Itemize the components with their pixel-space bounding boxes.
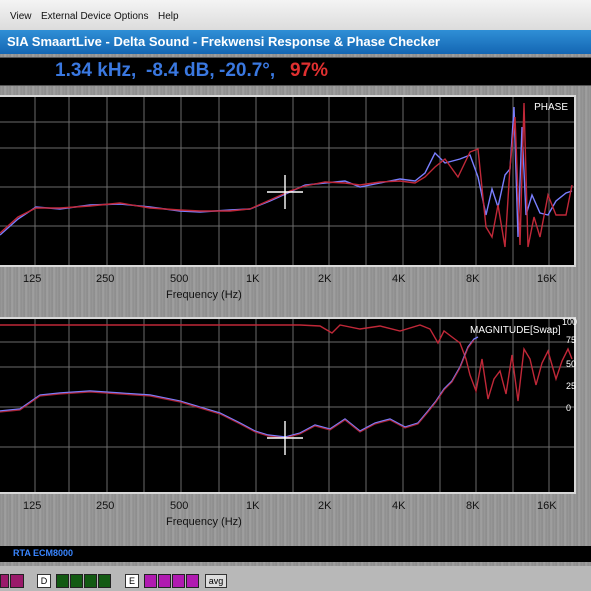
mag-tick-250: 250 [96,500,115,512]
mag-tick-16k: 16K [537,500,557,512]
window-title: SIA SmaartLive - Delta Sound - Frekwensi… [7,34,440,49]
coherence-trace-red [0,324,573,402]
magnitude-cursor [267,421,303,455]
bank-c-slot-5[interactable] [10,574,24,588]
phase-tick-125: 125 [23,273,42,285]
bank-d-slot-1[interactable] [56,574,69,588]
menu-view[interactable]: View [10,11,32,22]
cursor-readout: 1.34 kHz, -8.4 dB, -20.7°, 97% [0,57,591,86]
right-tick-0: 0 [566,403,572,413]
menu-options[interactable]: Options [114,11,148,22]
readout-phase: -20.7°, [219,60,276,81]
readout-level: -8.4 dB, [146,60,215,81]
phase-xlabel: Frequency (Hz) [166,289,242,301]
phase-trace-blue [0,106,573,238]
window-titlebar: SIA SmaartLive - Delta Sound - Frekwensi… [0,30,591,54]
bank-e-slot-1[interactable] [144,574,157,588]
phase-tick-1k: 1K [246,273,260,285]
mag-tick-500: 500 [170,500,189,512]
phase-plot-svg [0,97,574,265]
bank-e-slot-4[interactable] [186,574,199,588]
rta-label: RTA ECM8000 [13,548,74,558]
phase-trace-red [0,102,573,248]
phase-cursor [267,175,303,209]
magnitude-plot[interactable]: MAGNITUDE[Swap] 100 75 50 25 0 [0,317,578,494]
menu-bar: View External Device Options Help [0,0,591,31]
menu-external-device[interactable]: External Device [41,11,111,22]
mag-tick-2k: 2K [318,500,332,512]
right-tick-75: 75 [566,335,577,345]
rta-status-strip: RTA ECM8000 [0,546,591,562]
right-tick-100: 100 [562,317,578,327]
readout-coherence: 97% [290,60,329,81]
mag-tick-125: 125 [23,500,42,512]
right-tick-50: 50 [566,359,577,369]
bank-e-slot-2[interactable] [158,574,171,588]
phase-tick-8k: 8K [466,273,480,285]
readout-frequency: 1.34 kHz, [55,60,137,81]
right-tick-25: 25 [566,381,577,391]
bank-d-slot-3[interactable] [84,574,97,588]
phase-tick-250: 250 [96,273,115,285]
phase-tick-2k: 2K [318,273,332,285]
mag-tick-1k: 1K [246,500,260,512]
bank-d-slot-2[interactable] [70,574,83,588]
magnitude-plot-label: MAGNITUDE[Swap] [470,325,561,336]
phase-tick-500: 500 [170,273,189,285]
magnitude-trace-blue [0,336,479,438]
bank-e-label[interactable]: E [125,574,139,588]
mag-tick-8k: 8K [466,500,480,512]
bank-e-slot-3[interactable] [172,574,185,588]
phase-plot-label: PHASE [534,102,568,113]
bank-d-label[interactable]: D [37,574,51,588]
phase-plot[interactable]: PHASE [0,95,576,267]
bank-d-slot-4[interactable] [98,574,111,588]
magnitude-plot-svg [0,319,574,492]
mag-tick-4k: 4K [392,500,406,512]
mag-xlabel: Frequency (Hz) [166,516,242,528]
avg-button[interactable]: avg [205,574,227,588]
phase-tick-4k: 4K [392,273,406,285]
menu-help[interactable]: Help [158,11,179,22]
bank-c-slot-4[interactable] [0,574,9,588]
phase-tick-16k: 16K [537,273,557,285]
